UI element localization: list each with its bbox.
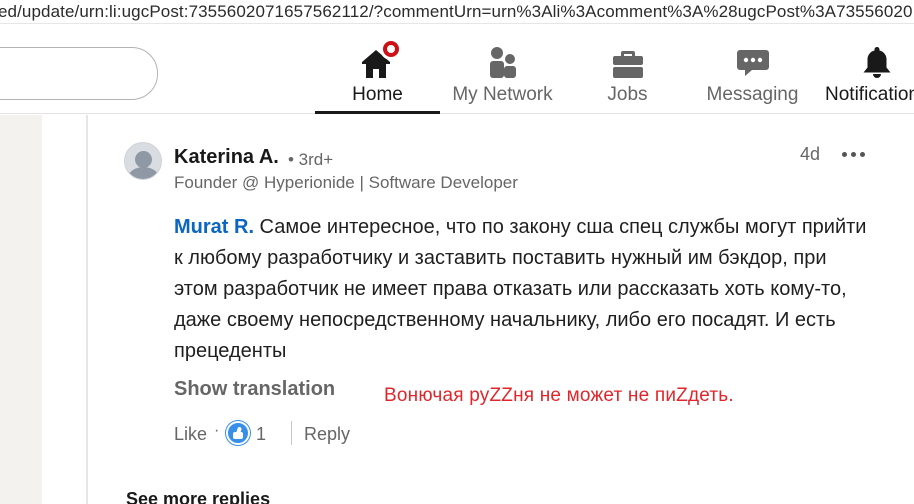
more-options-icon[interactable] <box>840 148 868 162</box>
comment-text: Murat R. Самое интересное, что по закону… <box>174 212 874 367</box>
mention-link[interactable]: Murat R. <box>174 216 254 238</box>
action-divider <box>291 421 292 445</box>
briefcase-icon <box>608 42 648 82</box>
active-tab-indicator <box>315 111 440 114</box>
see-more-replies-button[interactable]: See more replies <box>126 489 270 504</box>
notification-badge <box>379 38 402 60</box>
bell-icon <box>857 42 897 82</box>
nav-notifications-label: Notifications <box>825 84 914 105</box>
overlay-annotation: Вонючая руZZня не может не пиZдеть. <box>384 385 734 406</box>
connection-degree: • 3rd+ <box>288 150 334 169</box>
nav-jobs[interactable]: Jobs <box>565 39 690 114</box>
nav-my-network-label: My Network <box>452 84 553 105</box>
top-nav: Home My Network Jobs Messaging Notificat… <box>0 25 914 114</box>
comment-text-body: Самое интересное, что по закону сша спец… <box>174 216 867 362</box>
avatar-placeholder-icon <box>135 151 152 168</box>
reply-button[interactable]: Reply <box>304 424 350 445</box>
nav-home[interactable]: Home <box>315 38 440 114</box>
chat-bubble-icon <box>733 42 773 82</box>
like-button[interactable]: Like <box>174 424 207 445</box>
url-text: ed/update/urn:li:ugcPost:735560207165756… <box>0 2 913 21</box>
address-bar[interactable]: ed/update/urn:li:ugcPost:735560207165756… <box>0 0 914 24</box>
search-input[interactable] <box>0 47 158 100</box>
reaction-count[interactable]: 1 <box>256 424 266 445</box>
nav-notifications[interactable]: Notifications <box>815 39 914 114</box>
nav-jobs-label: Jobs <box>607 84 648 105</box>
home-icon <box>358 38 402 82</box>
author-headline: Founder @ Hyperionide | Software Develop… <box>174 173 518 192</box>
show-translation-button[interactable]: Show translation <box>174 378 335 401</box>
nav-messaging-label: Messaging <box>706 84 799 105</box>
comment-author-name[interactable]: Katerina A. <box>174 146 279 169</box>
page-background <box>0 115 42 504</box>
separator-dot: · <box>214 422 220 439</box>
people-icon <box>483 42 523 82</box>
nav-home-label: Home <box>352 84 403 105</box>
comment-timestamp: 4d <box>800 144 821 164</box>
thumbs-up-reaction-icon[interactable] <box>226 421 250 445</box>
nav-my-network[interactable]: My Network <box>440 39 565 114</box>
avatar[interactable] <box>124 142 162 180</box>
feed-card-edge <box>86 115 88 504</box>
nav-messaging[interactable]: Messaging <box>690 39 815 114</box>
